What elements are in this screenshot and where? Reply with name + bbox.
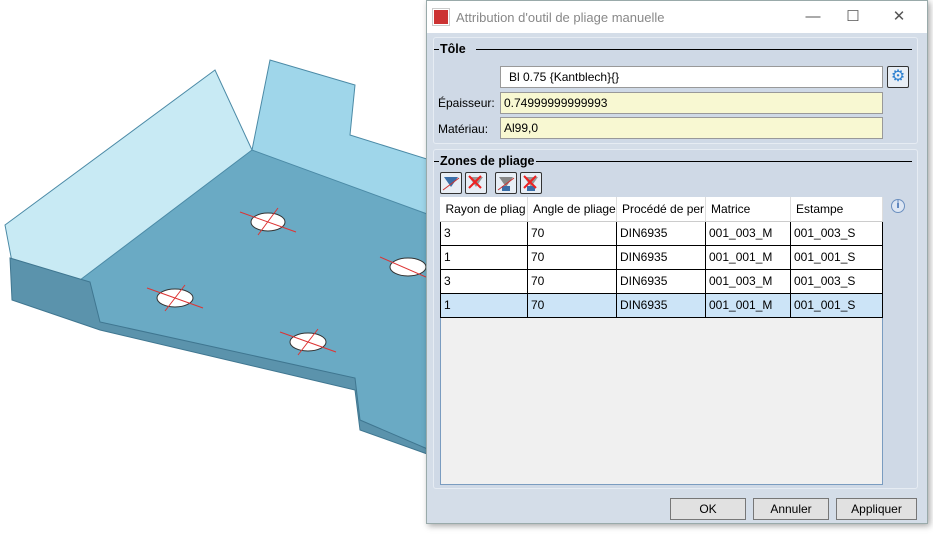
- sheet-group-title: Tôle: [440, 42, 466, 56]
- table-cell[interactable]: 70: [527, 244, 617, 270]
- remove-punch-icon[interactable]: [520, 172, 542, 194]
- thickness-field[interactable]: 0.74999999999993: [500, 92, 883, 114]
- table-row[interactable]: 3 70 DIN6935 001_003_M 001_003_S: [440, 268, 883, 294]
- table-row[interactable]: 3 70 DIN6935 001_003_M 001_003_S: [440, 220, 883, 246]
- app-icon: [433, 9, 449, 25]
- manual-bending-tool-dialog: Attribution d'outil de pliage manuelle —…: [426, 0, 928, 524]
- minimize-button[interactable]: —: [798, 5, 828, 29]
- table-cell[interactable]: 3: [440, 268, 528, 294]
- dialog-title: Attribution d'outil de pliage manuelle: [456, 10, 665, 25]
- bend-zones-table: Rayon de pliag Angle de pliage Procédé d…: [440, 197, 883, 318]
- title-bar[interactable]: Attribution d'outil de pliage manuelle —…: [427, 1, 927, 33]
- table-cell[interactable]: DIN6935: [616, 268, 706, 294]
- assign-die-icon[interactable]: [440, 172, 462, 194]
- table-cell[interactable]: 1: [440, 244, 528, 270]
- apply-button[interactable]: Appliquer: [836, 498, 917, 520]
- column-header-die[interactable]: Matrice: [705, 197, 791, 222]
- table-cell[interactable]: 001_003_S: [790, 268, 883, 294]
- table-row[interactable]: 1 70 DIN6935 001_001_M 001_001_S: [440, 292, 883, 318]
- close-button[interactable]: ✕: [884, 5, 914, 29]
- material-label: Matériau:: [438, 122, 489, 136]
- gear-settings-icon[interactable]: ⚙: [887, 66, 909, 88]
- table-cell[interactable]: 001_001_S: [790, 244, 883, 270]
- info-icon[interactable]: i: [891, 199, 905, 213]
- column-header-radius[interactable]: Rayon de pliag: [440, 197, 528, 222]
- assign-punch-icon[interactable]: [495, 172, 517, 194]
- column-header-angle[interactable]: Angle de pliage: [527, 197, 617, 222]
- ok-button[interactable]: OK: [670, 498, 746, 520]
- table-cell[interactable]: 001_001_M: [705, 244, 791, 270]
- table-cell[interactable]: 001_003_M: [705, 268, 791, 294]
- sheet-name-field[interactable]: Bl 0.75 {Kantblech}{}: [500, 66, 883, 88]
- table-cell[interactable]: 70: [527, 292, 617, 318]
- table-cell[interactable]: 001_001_M: [705, 292, 791, 318]
- bend-zones-title: Zones de pliage: [440, 154, 535, 168]
- thickness-label: Épaisseur:: [438, 96, 495, 110]
- table-cell[interactable]: 70: [527, 268, 617, 294]
- table-cell[interactable]: DIN6935: [616, 220, 706, 246]
- maximize-button[interactable]: ☐: [838, 5, 868, 29]
- table-row[interactable]: 1 70 DIN6935 001_001_M 001_001_S: [440, 244, 883, 270]
- table-cell[interactable]: 3: [440, 220, 528, 246]
- table-cell[interactable]: 001_003_M: [705, 220, 791, 246]
- cancel-button[interactable]: Annuler: [753, 498, 829, 520]
- table-cell[interactable]: DIN6935: [616, 292, 706, 318]
- table-cell[interactable]: 1: [440, 292, 528, 318]
- table-cell[interactable]: 001_003_S: [790, 220, 883, 246]
- table-cell[interactable]: 001_001_S: [790, 292, 883, 318]
- table-cell[interactable]: DIN6935: [616, 244, 706, 270]
- material-field[interactable]: Al99,0: [500, 117, 883, 139]
- sheet-group: Tôle Bl 0.75 {Kantblech}{} ⚙ Épaisseur: …: [433, 37, 918, 144]
- column-header-punch[interactable]: Estampe: [790, 197, 883, 222]
- sheet-metal-3d-view: [4, 59, 426, 455]
- table-cell[interactable]: 70: [527, 220, 617, 246]
- column-header-process[interactable]: Procédé de per: [616, 197, 706, 222]
- remove-die-icon[interactable]: [465, 172, 487, 194]
